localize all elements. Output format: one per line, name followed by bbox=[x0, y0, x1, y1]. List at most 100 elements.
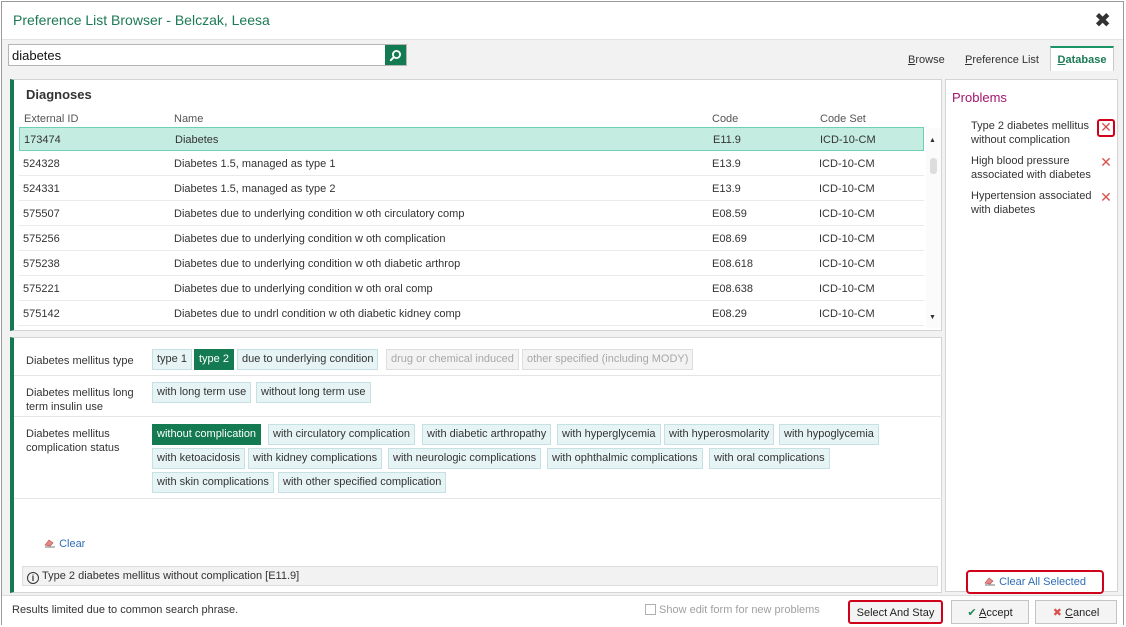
table-row[interactable]: 575256 Diabetes due to underlying condit… bbox=[19, 227, 924, 251]
column-header-external-id[interactable]: External ID bbox=[24, 113, 78, 125]
cell-external-id: 575507 bbox=[23, 208, 60, 220]
chip-hypoglycemia[interactable]: with hypoglycemia bbox=[779, 424, 879, 445]
problem-item[interactable]: Hypertension associated with diabetes bbox=[971, 189, 1096, 217]
chip-other-specified: other specified (including MODY) bbox=[522, 349, 694, 370]
select-and-stay-button[interactable]: Select And Stay bbox=[848, 600, 943, 624]
cell-code: E08.29 bbox=[712, 308, 747, 320]
cell-code: E08.618 bbox=[712, 258, 753, 270]
accept-button[interactable]: ✔ Accept bbox=[951, 600, 1029, 624]
cancel-button[interactable]: ✖ Cancel bbox=[1035, 600, 1117, 624]
remove-problem-icon[interactable]: ✕ bbox=[1097, 154, 1115, 172]
main-area: Diagnoses External ID Name Code Code Set… bbox=[2, 71, 1123, 595]
cell-code-set: ICD-10-CM bbox=[820, 134, 876, 146]
cell-code: E08.638 bbox=[712, 283, 753, 295]
chip-circulatory[interactable]: with circulatory complication bbox=[268, 424, 415, 445]
accept-label: ccept bbox=[986, 607, 1013, 619]
problem-item[interactable]: Type 2 diabetes mellitus without complic… bbox=[971, 119, 1096, 147]
cell-code-set: ICD-10-CM bbox=[819, 283, 875, 295]
remove-problem-icon[interactable]: ✕ bbox=[1097, 189, 1115, 207]
search-box bbox=[8, 44, 407, 66]
chip-type-1[interactable]: type 1 bbox=[152, 349, 192, 370]
chip-skin[interactable]: with skin complications bbox=[152, 472, 274, 493]
tab-preference-list[interactable]: Preference List bbox=[965, 48, 1039, 72]
cell-code-set: ICD-10-CM bbox=[819, 158, 875, 170]
chip-oral[interactable]: with oral complications bbox=[709, 448, 830, 469]
divider bbox=[14, 498, 942, 499]
footer-bar: Results limited due to common search phr… bbox=[2, 595, 1123, 625]
cell-name: Diabetes bbox=[175, 134, 219, 146]
chip-type-2[interactable]: type 2 bbox=[194, 349, 234, 370]
cancel-accel: C bbox=[1065, 607, 1073, 619]
search-input[interactable] bbox=[9, 45, 385, 65]
tab-database-label: atabase bbox=[1065, 54, 1107, 66]
tab-database[interactable]: Database bbox=[1050, 46, 1114, 72]
type-label: Diabetes mellitus type bbox=[26, 355, 134, 367]
diagnosis-attributes-panel: Diabetes mellitus type type 1 type 2 due… bbox=[10, 337, 942, 593]
results-message: Results limited due to common search phr… bbox=[12, 604, 239, 616]
chip-kidney[interactable]: with kidney complications bbox=[248, 448, 383, 469]
diagnoses-scrollbar[interactable]: ▲ ▼ bbox=[926, 128, 941, 328]
chip-hyperglycemia[interactable]: with hyperglycemia bbox=[557, 424, 661, 445]
info-icon: i bbox=[27, 572, 39, 584]
remove-problem-icon[interactable]: ✕ bbox=[1097, 119, 1115, 137]
table-row[interactable]: 173474 Diabetes E11.9 ICD-10-CM bbox=[19, 127, 924, 151]
problem-item[interactable]: High blood pressure associated with diab… bbox=[971, 154, 1096, 182]
search-button[interactable] bbox=[385, 45, 406, 65]
table-row[interactable]: 575221 Diabetes due to underlying condit… bbox=[19, 277, 924, 301]
chip-with-long-term[interactable]: with long term use bbox=[152, 382, 252, 403]
scroll-thumb[interactable] bbox=[930, 158, 937, 174]
chip-arthropathy[interactable]: with diabetic arthropathy bbox=[422, 424, 552, 445]
chip-ketoacidosis[interactable]: with ketoacidosis bbox=[152, 448, 246, 469]
divider bbox=[14, 375, 942, 376]
clear-link[interactable]: Clear bbox=[44, 538, 85, 550]
show-edit-form-checkbox[interactable]: Show edit form for new problems bbox=[645, 604, 820, 616]
close-icon[interactable]: ✖ bbox=[1094, 8, 1111, 33]
cell-code-set: ICD-10-CM bbox=[819, 258, 875, 270]
cell-code-set: ICD-10-CM bbox=[819, 233, 875, 245]
table-row[interactable]: 575238 Diabetes due to underlying condit… bbox=[19, 252, 924, 276]
cell-name: Diabetes due to underlying condition w o… bbox=[174, 233, 446, 245]
chip-due-to-underlying[interactable]: due to underlying condition bbox=[237, 349, 379, 370]
column-header-code-set[interactable]: Code Set bbox=[820, 113, 866, 125]
checkbox-icon[interactable] bbox=[645, 604, 656, 615]
chip-neurologic[interactable]: with neurologic complications bbox=[388, 448, 542, 469]
clear-all-selected-button[interactable]: Clear All Selected bbox=[966, 570, 1104, 594]
chip-other-specified-complication[interactable]: with other specified complication bbox=[278, 472, 447, 493]
tab-browse[interactable]: Browse bbox=[908, 48, 945, 72]
table-row[interactable]: 575507 Diabetes due to underlying condit… bbox=[19, 202, 924, 226]
cell-name: Diabetes due to underlying condition w o… bbox=[174, 258, 461, 270]
divider bbox=[14, 416, 942, 417]
cell-external-id: 575221 bbox=[23, 283, 60, 295]
cell-name: Diabetes due to underlying condition w o… bbox=[174, 208, 465, 220]
insulin-label: Diabetes mellitus long term insulin use bbox=[26, 387, 134, 413]
cell-name: Diabetes 1.5, managed as type 1 bbox=[174, 158, 336, 170]
cell-code: E08.69 bbox=[712, 233, 747, 245]
cancel-x-icon: ✖ bbox=[1052, 607, 1062, 619]
chip-without-complication[interactable]: without complication bbox=[152, 424, 262, 445]
chip-ophthalmic[interactable]: with ophthalmic complications bbox=[547, 448, 703, 469]
summary-text: Type 2 diabetes mellitus without complic… bbox=[42, 570, 300, 582]
scroll-up-icon[interactable]: ▲ bbox=[929, 137, 936, 144]
cell-external-id: 524331 bbox=[23, 183, 60, 195]
scroll-down-icon[interactable]: ▼ bbox=[929, 314, 936, 321]
column-header-code[interactable]: Code bbox=[712, 113, 738, 125]
check-icon: ✔ bbox=[967, 607, 977, 619]
diagnoses-table: 173474 Diabetes E11.9 ICD-10-CM 524328 D… bbox=[19, 127, 924, 327]
eraser-icon bbox=[984, 577, 996, 586]
cell-code: E08.59 bbox=[712, 208, 747, 220]
cell-external-id: 524328 bbox=[23, 158, 60, 170]
table-row[interactable]: 524331 Diabetes 1.5, managed as type 2 E… bbox=[19, 177, 924, 201]
clear-label: Clear bbox=[59, 538, 86, 550]
chip-without-long-term[interactable]: without long term use bbox=[256, 382, 371, 403]
table-row[interactable]: 524328 Diabetes 1.5, managed as type 1 E… bbox=[19, 152, 924, 176]
table-row[interactable]: 575142 Diabetes due to undrl condition w… bbox=[19, 302, 924, 326]
cell-external-id: 575238 bbox=[23, 258, 60, 270]
chip-hyperosmolarity[interactable]: with hyperosmolarity bbox=[664, 424, 775, 445]
cancel-label: ancel bbox=[1072, 607, 1100, 619]
search-toolbar: Browse Preference List Database bbox=[2, 39, 1123, 72]
search-icon bbox=[389, 49, 401, 61]
column-header-name[interactable]: Name bbox=[174, 113, 203, 125]
checkbox-label: Show edit form for new problems bbox=[659, 604, 820, 616]
problems-title: Problems bbox=[952, 90, 1007, 105]
selection-summary: i Type 2 diabetes mellitus without compli… bbox=[22, 566, 938, 586]
